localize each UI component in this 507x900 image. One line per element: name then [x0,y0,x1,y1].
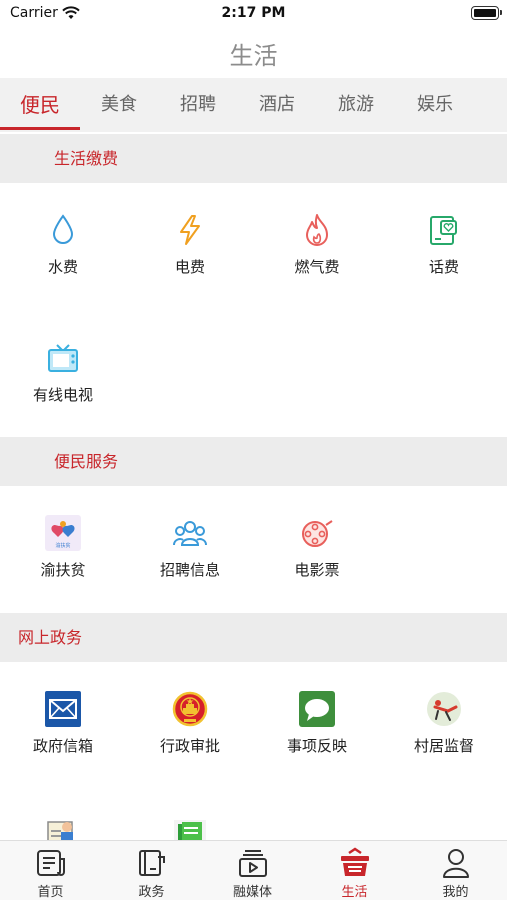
message-bubble-icon [299,691,335,727]
item-label: 燃气费 [294,258,340,276]
person-icon [440,847,472,879]
battery-icon [471,6,502,20]
status-bar: Carrier 2:17 PM [0,0,507,28]
phone-bill-item[interactable]: 话费 [381,212,507,302]
tv-icon [45,340,81,376]
navigation-bar: 生活 [0,28,507,78]
tab-meishi[interactable]: 美食 [79,78,159,132]
tabbar-life[interactable]: 生活 [304,841,405,900]
item-label: 电影票 [294,561,340,579]
cable-tv-item[interactable]: 有线电视 [0,340,126,430]
film-reel-icon [299,515,335,551]
section-title: 便民服务 [54,452,119,471]
section-title: 网上政务 [18,628,83,647]
tabbar-label: 首页 [37,885,64,900]
poverty-relief-item[interactable]: 渝扶贫 渝扶贫 [0,515,126,605]
national-emblem-icon [172,691,208,727]
home-news-icon [35,847,67,879]
mail-icon [45,691,81,727]
category-tabs: 便民 美食 招聘 酒店 旅游 娱乐 [0,78,507,132]
item-label: 话费 [428,258,459,276]
electricity-bill-item[interactable]: 电费 [127,212,253,302]
gas-bill-item[interactable]: 燃气费 [254,212,380,302]
poverty-relief-logo-icon: 渝扶贫 [45,515,81,551]
gov-extra-item-1[interactable] [0,812,126,840]
item-label: 电费 [174,258,205,276]
movie-ticket-item[interactable]: 电影票 [254,515,380,605]
bottom-tab-bar: 首页 政务 融媒体 生活 我的 [0,840,507,900]
lightning-icon [172,212,208,248]
tabbar-label: 政务 [138,885,165,900]
item-label: 村居监督 [413,737,474,755]
tabbar-label: 我的 [442,885,469,900]
phone-card-icon [426,212,462,248]
tab-zhaopin[interactable]: 招聘 [158,78,238,132]
admin-approval-item[interactable]: 行政审批 [127,691,253,781]
shopping-basket-icon [339,847,371,879]
section-header-gov: 网上政务 [0,613,507,662]
tabbar-home[interactable]: 首页 [0,841,101,900]
item-label: 招聘信息 [159,561,220,579]
document-person-icon [45,818,81,840]
tab-yule[interactable]: 娱乐 [395,78,475,132]
section-header-service: 便民服务 [0,437,507,486]
water-bill-item[interactable]: 水费 [0,212,126,302]
village-supervision-item[interactable]: 村居监督 [381,691,507,781]
tabbar-label: 融媒体 [232,885,272,900]
tabbar-profile[interactable]: 我的 [405,841,506,900]
status-time: 2:17 PM [221,5,286,21]
water-drop-icon [45,212,81,248]
issue-report-item[interactable]: 事项反映 [254,691,380,781]
people-icon [172,515,208,551]
job-info-item[interactable]: 招聘信息 [127,515,253,605]
tabbar-government[interactable]: 政务 [101,841,202,900]
tab-bianmin[interactable]: 便民 [0,78,80,132]
gov-mailbox-item[interactable]: 政府信箱 [0,691,126,781]
logo-text: 渝扶贫 [55,542,70,549]
supervision-icon [426,691,462,727]
item-label: 有线电视 [32,386,93,404]
section-header-payment: 生活缴费 [0,134,507,183]
item-label: 行政审批 [159,737,220,755]
item-label: 政府信箱 [32,737,93,755]
government-book-icon [136,847,168,879]
tabbar-label: 生活 [341,885,368,900]
tab-jiudian[interactable]: 酒店 [237,78,317,132]
item-label: 渝扶贫 [40,561,86,579]
tabbar-media[interactable]: 融媒体 [202,841,303,900]
green-document-icon [172,818,208,840]
gov-extra-item-2[interactable] [127,812,253,840]
video-player-icon [237,847,269,879]
item-label: 事项反映 [286,737,347,755]
page-title: 生活 [229,42,278,70]
tab-lvyou[interactable]: 旅游 [316,78,396,132]
flame-icon [299,212,335,248]
active-tab-indicator [0,127,80,130]
section-title: 生活缴费 [54,149,119,168]
item-label: 水费 [47,258,78,276]
